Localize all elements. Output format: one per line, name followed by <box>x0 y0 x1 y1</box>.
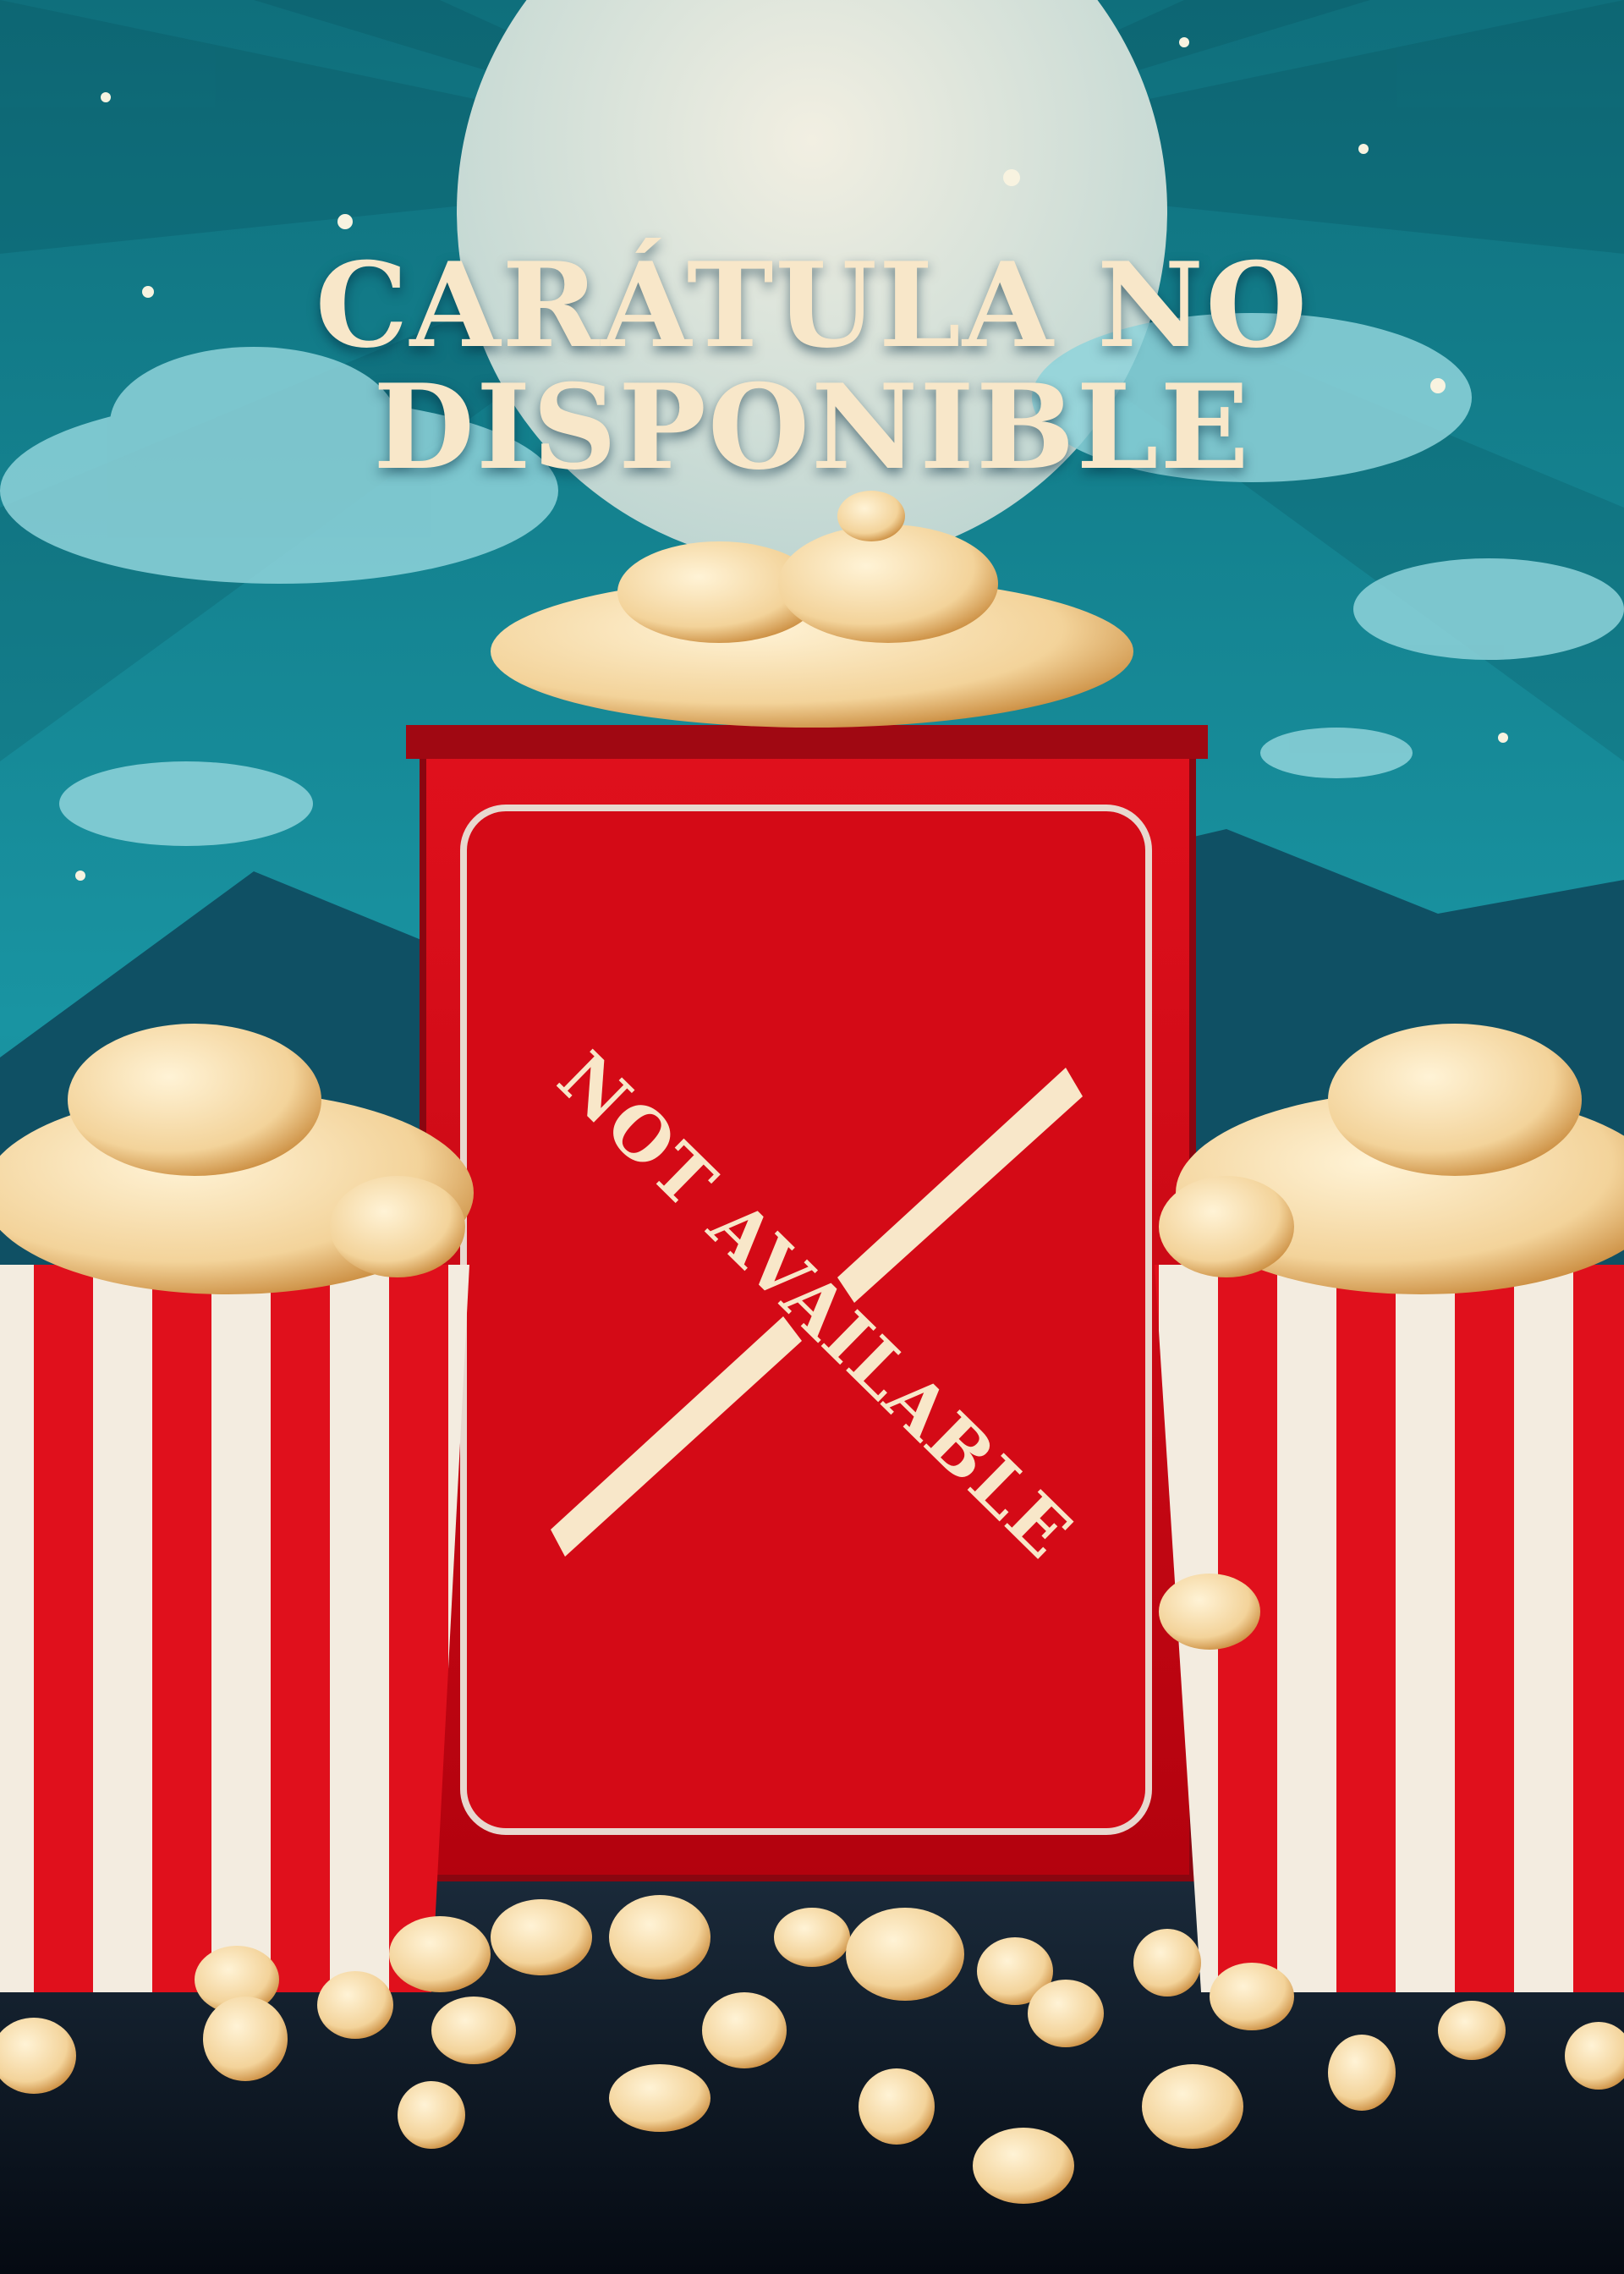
left-popcorn-bucket <box>0 1265 469 1992</box>
cover-unavailable-poster: CARÁTULA NO DISPONIBLE NOT AVAILABLE <box>0 0 1624 2274</box>
title-line-2: DISPONIBLE <box>373 358 1251 496</box>
title-line-1: CARÁTULA NO <box>315 236 1309 374</box>
